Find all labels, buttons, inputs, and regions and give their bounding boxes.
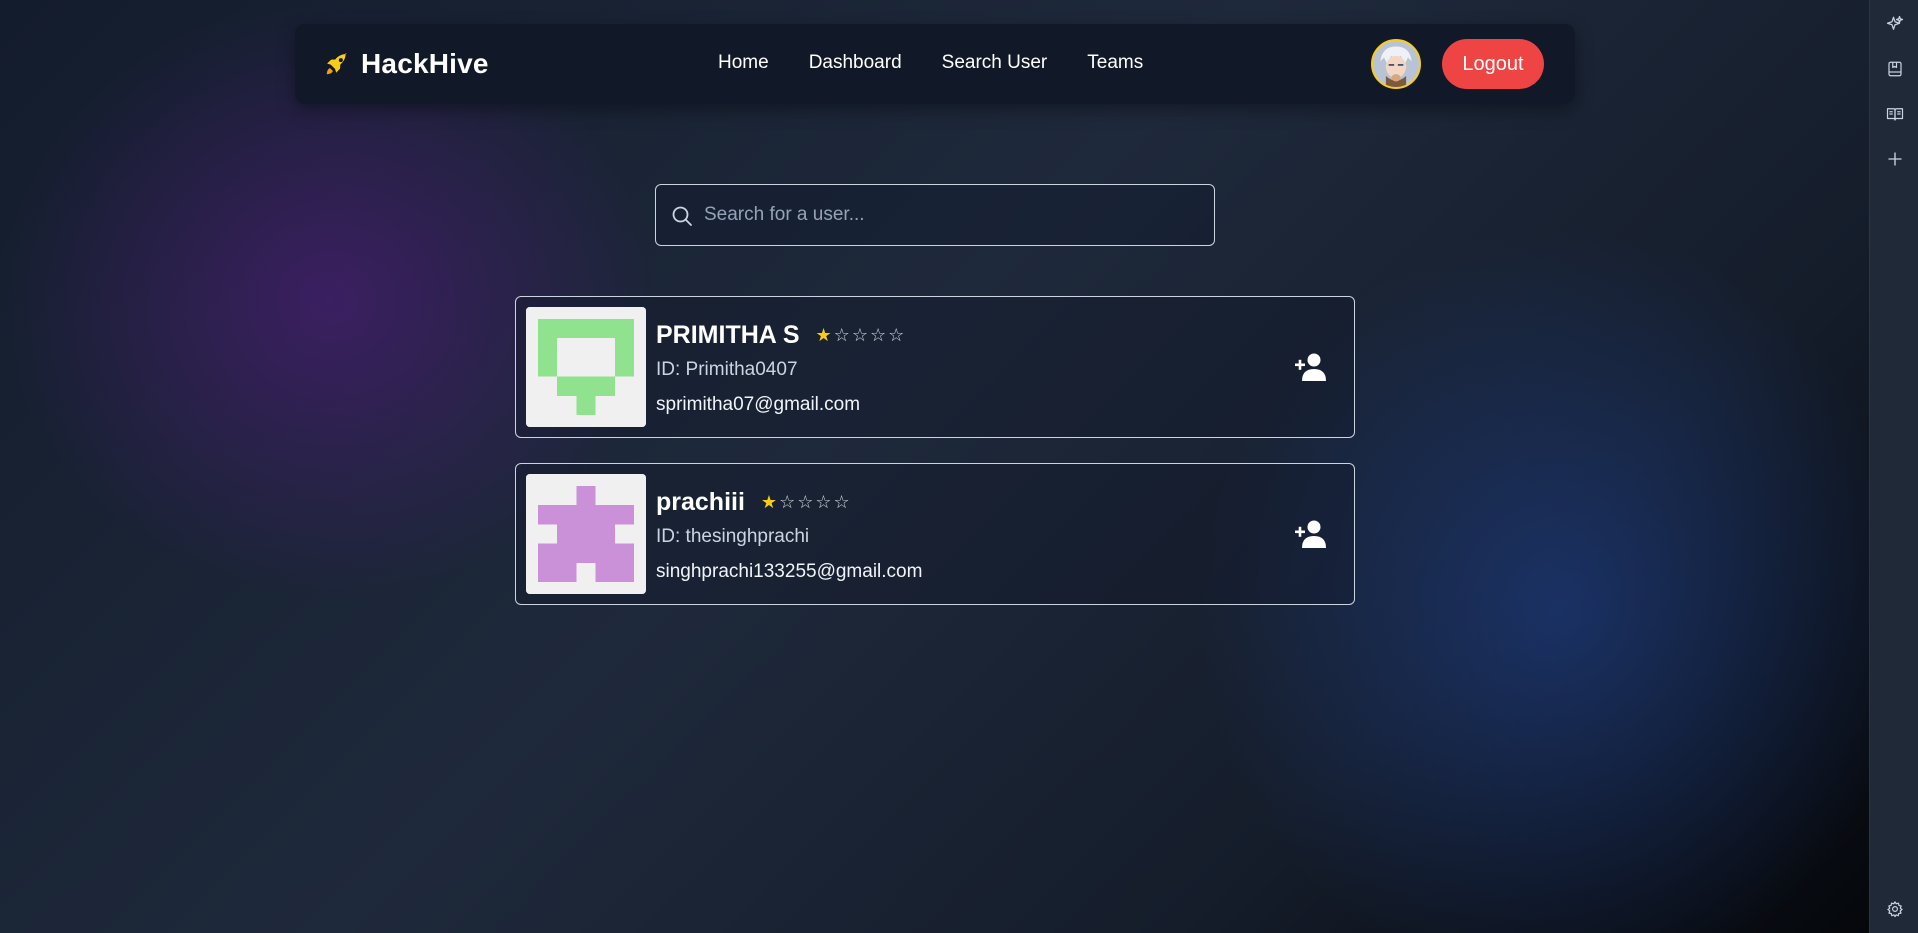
star-empty-icon: ☆ <box>869 325 887 345</box>
brand-name: HackHive <box>361 48 489 79</box>
search-icon <box>672 206 692 226</box>
nav-teams[interactable]: Teams <box>1087 52 1143 76</box>
star-empty-icon: ☆ <box>851 325 868 345</box>
collections-icon[interactable] <box>1884 58 1906 80</box>
identicon-avatar <box>526 307 646 427</box>
avatar-image <box>1373 41 1419 87</box>
user-name: PRIMITHA S <box>656 320 800 349</box>
reading-view-icon[interactable] <box>1884 103 1906 125</box>
star-empty-icon: ☆ <box>815 492 832 512</box>
star-empty-icon: ☆ <box>888 325 905 345</box>
add-user-icon[interactable] <box>1294 519 1328 549</box>
browser-side-rail <box>1869 0 1918 933</box>
rating-stars: ★ ☆ ☆ ☆ ☆ <box>816 326 905 344</box>
top-navbar: HackHive Home Dashboard Search User Team… <box>295 24 1575 104</box>
nav-search-user[interactable]: Search User <box>942 52 1048 76</box>
rocket-icon <box>326 52 347 75</box>
identicon-avatar <box>526 474 646 594</box>
user-id: ID: Primitha0407 <box>656 359 798 380</box>
logout-button[interactable]: Logout <box>1442 39 1544 89</box>
gear-icon[interactable] <box>1884 898 1906 920</box>
copilot-sparkle-icon[interactable] <box>1884 13 1906 35</box>
add-user-icon[interactable] <box>1294 352 1328 382</box>
card-name-row: prachiii ★ ☆ ☆ ☆ ☆ <box>656 486 850 518</box>
star-empty-icon: ☆ <box>779 492 796 512</box>
user-name: prachiii <box>656 487 745 516</box>
add-icon[interactable] <box>1884 148 1906 170</box>
star-filled-icon: ★ <box>760 492 778 512</box>
star-empty-icon: ☆ <box>797 492 814 512</box>
user-card: prachiii ★ ☆ ☆ ☆ ☆ ID: thesinghprachi si… <box>515 463 1355 605</box>
user-email: singhprachi133255@gmail.com <box>656 561 923 582</box>
nav-links: Home Dashboard Search User Teams <box>718 52 1143 76</box>
rating-stars: ★ ☆ ☆ ☆ ☆ <box>761 493 850 511</box>
profile-avatar[interactable] <box>1371 39 1421 89</box>
user-id: ID: thesinghprachi <box>656 526 810 547</box>
star-empty-icon: ☆ <box>833 492 850 512</box>
user-card: PRIMITHA S ★ ☆ ☆ ☆ ☆ ID: Primitha0407 sp… <box>515 296 1355 438</box>
star-empty-icon: ☆ <box>833 325 850 345</box>
nav-home[interactable]: Home <box>718 52 769 76</box>
card-name-row: PRIMITHA S ★ ☆ ☆ ☆ ☆ <box>656 319 904 351</box>
search-input[interactable] <box>704 195 1204 235</box>
brand[interactable]: HackHive <box>323 46 489 82</box>
user-email: sprimitha07@gmail.com <box>656 394 861 415</box>
nav-dashboard[interactable]: Dashboard <box>809 52 902 76</box>
star-filled-icon: ★ <box>815 325 832 345</box>
search-box <box>655 184 1215 246</box>
